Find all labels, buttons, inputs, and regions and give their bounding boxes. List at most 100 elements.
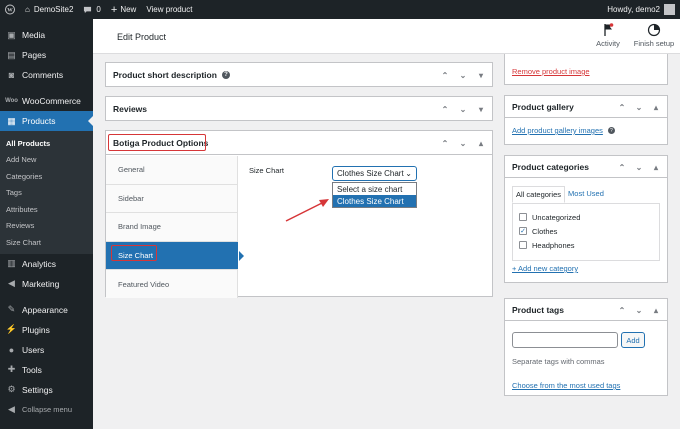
- menu-plugins[interactable]: ⚡ Plugins: [0, 320, 93, 340]
- menu-appearance[interactable]: ✎ Appearance: [0, 300, 93, 320]
- chevron-down-icon[interactable]: ⌄: [458, 105, 468, 114]
- checkmark-icon[interactable]: ✓: [519, 227, 527, 235]
- tag-input[interactable]: [512, 332, 618, 348]
- product-gallery-header[interactable]: Product gallery ⌃ ⌄ ▴: [505, 96, 667, 118]
- chevron-down-icon[interactable]: ⌄: [634, 163, 644, 172]
- tab-brand-image[interactable]: Brand Image: [106, 213, 238, 242]
- short-description-header[interactable]: Product short description ? ⌃ ⌄ ▾: [106, 63, 492, 87]
- tab-all-categories[interactable]: All categories: [512, 186, 566, 203]
- tab-general[interactable]: General: [106, 156, 238, 185]
- collapse-icon: ◀: [8, 404, 15, 414]
- reviews-header[interactable]: Reviews ⌃ ⌄ ▾: [106, 97, 492, 121]
- users-icon: ●: [8, 344, 15, 355]
- add-tag-button[interactable]: Add: [621, 332, 645, 348]
- checkbox[interactable]: [519, 213, 527, 221]
- comments-count: 0: [96, 5, 101, 14]
- help-icon[interactable]: ?: [607, 127, 615, 134]
- menu-tools[interactable]: ✚ Tools: [0, 360, 93, 380]
- menu-label: Analytics: [22, 258, 57, 269]
- chevron-up-icon[interactable]: ⌃: [440, 105, 450, 114]
- view-product-link[interactable]: View product: [141, 0, 197, 19]
- menu-marketing[interactable]: ◀ Marketing: [0, 274, 93, 294]
- add-new-category-link[interactable]: + Add new category: [512, 264, 578, 273]
- activity-label: Activity: [596, 39, 620, 48]
- add-gallery-images-link[interactable]: Add product gallery images: [512, 126, 603, 135]
- tab-most-used[interactable]: Most Used: [565, 186, 607, 203]
- chevron-up-icon[interactable]: ⌃: [617, 306, 627, 315]
- help-icon[interactable]: ?: [221, 71, 230, 79]
- category-label: Headphones: [532, 240, 575, 250]
- chevron-up-icon[interactable]: ⌃: [617, 163, 627, 172]
- wordpress-logo-icon[interactable]: W: [0, 0, 20, 19]
- chevron-up-icon[interactable]: ⌃: [440, 139, 450, 148]
- site-name: DemoSite2: [33, 5, 74, 14]
- finish-setup-label: Finish setup: [633, 39, 675, 48]
- comments-link[interactable]: 0: [78, 0, 105, 19]
- chevron-up-icon[interactable]: ⌃: [617, 103, 627, 112]
- toggle-up-icon[interactable]: ▴: [651, 163, 661, 172]
- new-label: New: [120, 5, 137, 14]
- product-categories-header[interactable]: Product categories ⌃ ⌄ ▴: [505, 156, 667, 178]
- submenu-categories[interactable]: Categories: [0, 168, 93, 185]
- choose-tags-link[interactable]: Choose from the most used tags: [512, 381, 620, 390]
- menu-pages[interactable]: ▤ Pages: [0, 45, 93, 65]
- category-clothes[interactable]: ✓ Clothes: [519, 224, 653, 238]
- menu-comments[interactable]: ◙ Comments: [0, 65, 93, 85]
- menu-users[interactable]: ● Users: [0, 340, 93, 360]
- menu-analytics[interactable]: ▥ Analytics: [0, 254, 93, 274]
- menu-label: Pages: [22, 50, 47, 60]
- toggle-up-icon[interactable]: ▴: [476, 139, 486, 148]
- my-account-link[interactable]: Howdy, demo2: [602, 0, 680, 19]
- plugins-icon: ⚡: [5, 324, 18, 334]
- product-tags-header[interactable]: Product tags ⌃ ⌄ ▴: [505, 299, 667, 321]
- chevron-down-icon[interactable]: ⌄: [634, 103, 644, 112]
- box-controls: ⌃ ⌄ ▴: [440, 131, 486, 155]
- submenu-tags[interactable]: Tags: [0, 185, 93, 202]
- flag-icon: [588, 23, 628, 37]
- toggle-up-icon[interactable]: ▴: [651, 103, 661, 112]
- chevron-down-icon[interactable]: ⌄: [458, 71, 468, 80]
- category-uncategorized[interactable]: Uncategorized: [519, 210, 653, 224]
- menu-label: Collapse menu: [22, 405, 73, 414]
- chevron-down-icon[interactable]: ⌄: [458, 139, 468, 148]
- toggle-down-icon[interactable]: ▾: [476, 71, 486, 80]
- media-icon: ▣: [7, 29, 16, 40]
- chevron-down-icon[interactable]: ⌄: [634, 306, 644, 315]
- box-controls: ⌃ ⌄ ▾: [440, 97, 486, 121]
- new-content-link[interactable]: + New: [106, 0, 141, 19]
- admin-sidebar: ▣ Media ▤ Pages ◙ Comments Woo WooCommerce ▦…: [0, 19, 93, 429]
- submenu-reviews[interactable]: Reviews: [0, 218, 93, 235]
- chevron-up-icon[interactable]: ⌃: [440, 71, 450, 80]
- tab-featured-video[interactable]: Featured Video: [106, 270, 238, 299]
- page-header: Edit Product Activity Finish setup: [93, 19, 680, 54]
- category-headphones[interactable]: Headphones: [519, 238, 653, 252]
- page-title: Edit Product: [117, 32, 167, 42]
- toggle-up-icon[interactable]: ▴: [651, 306, 661, 315]
- menu-media[interactable]: ▣ Media: [0, 25, 93, 45]
- size-chart-select[interactable]: Clothes Size Chart ⌄: [332, 166, 417, 181]
- category-label: Clothes: [532, 226, 558, 236]
- plus-icon: +: [110, 3, 118, 16]
- checkbox[interactable]: [519, 241, 527, 249]
- menu-collapse[interactable]: ◀ Collapse menu: [0, 400, 93, 420]
- submenu-size-chart[interactable]: Size Chart: [0, 234, 93, 251]
- option-clothes-size-chart[interactable]: Clothes Size Chart: [333, 195, 416, 207]
- submenu-attributes[interactable]: Attributes: [0, 201, 93, 218]
- tab-sidebar[interactable]: Sidebar: [106, 184, 238, 214]
- menu-woocommerce[interactable]: Woo WooCommerce: [0, 91, 93, 111]
- options-tabs: General Sidebar Brand Image Size Chart F…: [106, 156, 244, 299]
- remove-product-image-link[interactable]: Remove product image: [512, 67, 590, 76]
- toggle-down-icon[interactable]: ▾: [476, 105, 486, 114]
- tools-icon: ✚: [7, 364, 16, 374]
- finish-setup-button[interactable]: Finish setup: [631, 23, 677, 48]
- product-image-box: Remove product image: [504, 54, 668, 85]
- submenu-add-new[interactable]: Add New: [0, 152, 93, 169]
- site-name-link[interactable]: ⌂ DemoSite2: [20, 0, 78, 19]
- activity-button[interactable]: Activity: [588, 23, 628, 48]
- submenu-all-products[interactable]: All Products: [0, 135, 93, 152]
- menu-settings[interactable]: ⚙ Settings: [0, 380, 93, 400]
- select-value: Clothes Size Chart: [337, 169, 404, 178]
- option-select-size-chart[interactable]: Select a size chart: [333, 183, 416, 195]
- box-controls: ⌃ ⌄ ▴: [617, 299, 661, 321]
- menu-products[interactable]: ▦ Products: [0, 111, 93, 131]
